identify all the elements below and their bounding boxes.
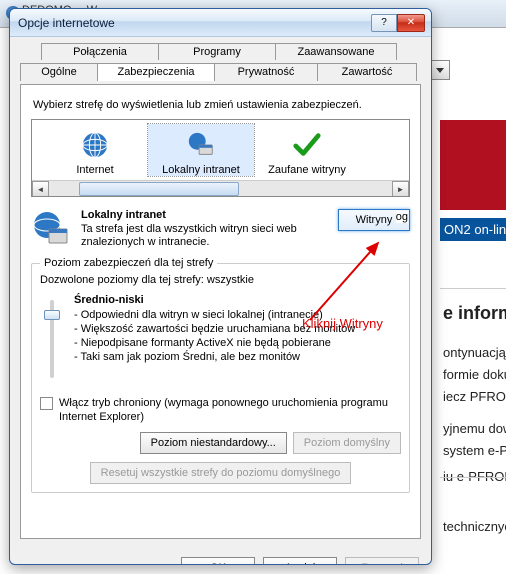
- dialog-title: Opcje internetowe: [18, 16, 115, 30]
- instruction-text: Wybierz strefę do wyświetlenia lub zmień…: [33, 99, 408, 111]
- selected-zone-description: Ta strefa jest dla wszystkich witryn sie…: [81, 223, 328, 249]
- scroll-left-button[interactable]: ◄: [32, 181, 49, 197]
- page-body-line: yjnemu dowie: [443, 418, 506, 440]
- tab-strip: Połączenia Programy Zaawansowane Ogólne …: [20, 43, 421, 85]
- level-name: Średnio-niski: [74, 294, 355, 306]
- selected-zone-name: Lokalny intranet: [81, 209, 328, 221]
- zone-local-intranet[interactable]: Lokalny intranet: [148, 124, 254, 176]
- group-title: Poziom zabezpieczeń dla tej strefy: [40, 257, 217, 269]
- page-body-line: technicznych: [443, 516, 506, 538]
- tab-privacy[interactable]: Prywatność: [214, 63, 318, 81]
- cancel-button[interactable]: Anuluj: [263, 557, 337, 565]
- help-button[interactable]: ?: [371, 14, 397, 32]
- security-level-group: Poziom zabezpieczeń dla tej strefy Dozwo…: [31, 263, 410, 493]
- zone-label: Lokalny intranet: [162, 164, 240, 176]
- apply-button[interactable]: Zastosuj: [345, 557, 419, 565]
- slider-thumb[interactable]: [44, 310, 60, 320]
- protected-mode-label: Włącz tryb chroniony (wymaga ponownego u…: [59, 396, 401, 424]
- tab-content[interactable]: Zawartość: [317, 63, 417, 81]
- reset-all-zones-button[interactable]: Resetuj wszystkie strefy do poziomu domy…: [90, 462, 352, 484]
- tab-programs[interactable]: Programy: [158, 43, 276, 60]
- tab-security[interactable]: Zabezpieczenia: [97, 63, 215, 81]
- internet-options-dialog: Opcje internetowe ? ✕ Połączenia Program…: [9, 8, 432, 565]
- page-body-line: system e-PFR: [443, 440, 506, 462]
- protected-mode-checkbox[interactable]: [40, 397, 53, 410]
- tab-connections[interactable]: Połączenia: [41, 43, 159, 60]
- divider: [440, 288, 506, 289]
- scroll-right-button[interactable]: ►: [392, 181, 409, 197]
- tab-advanced[interactable]: Zaawansowane: [275, 43, 397, 60]
- page-banner: [440, 120, 506, 210]
- page-body-line: iecz PFRON.: [443, 386, 506, 408]
- zone-list-container: Internet Lokalny intranet Zaufane witryn…: [31, 119, 410, 197]
- level-desc-line: - Taki sam jak poziom Średni, ale bez mo…: [74, 350, 355, 364]
- intranet-large-icon: [31, 209, 71, 249]
- globe-icon: [80, 130, 110, 160]
- scroll-track[interactable]: [49, 181, 392, 197]
- checkmark-icon: [292, 130, 322, 160]
- allowed-levels-text: Dozwolone poziomy dla tej strefy: wszyst…: [40, 274, 401, 286]
- page-heading: e inform: [443, 303, 506, 324]
- tab-panel-security: Wybierz strefę do wyświetlenia lub zmień…: [20, 84, 421, 539]
- custom-level-button[interactable]: Poziom niestandardowy...: [140, 432, 287, 454]
- scroll-thumb[interactable]: [79, 182, 239, 196]
- zone-label: Zaufane witryny: [268, 164, 346, 176]
- level-desc-line: - Niepodpisane formanty ActiveX nie będą…: [74, 336, 355, 350]
- toolbar-dropdown[interactable]: [430, 60, 450, 80]
- zone-cutoff-text: og: [396, 211, 408, 223]
- dialog-titlebar[interactable]: Opcje internetowe ? ✕: [10, 9, 431, 37]
- security-level-slider[interactable]: [40, 294, 64, 386]
- divider: [440, 477, 506, 478]
- intranet-icon: [186, 130, 216, 160]
- ok-button[interactable]: OK: [181, 557, 255, 565]
- banner-label: ON2 on-line: [440, 218, 506, 241]
- horizontal-scrollbar[interactable]: ◄ ►: [32, 180, 409, 197]
- tab-general[interactable]: Ogólne: [20, 63, 98, 81]
- close-button[interactable]: ✕: [397, 14, 425, 32]
- zone-label: Internet: [76, 164, 113, 176]
- page-body-line: ontynuacją sy: [443, 342, 506, 364]
- annotation-text: Kliknij Witryny: [302, 316, 383, 331]
- default-level-button[interactable]: Poziom domyślny: [293, 432, 401, 454]
- page-body-line: formie dokume: [443, 364, 506, 386]
- zone-trusted-sites[interactable]: Zaufane witryny: [254, 124, 360, 176]
- zone-internet[interactable]: Internet: [42, 124, 148, 176]
